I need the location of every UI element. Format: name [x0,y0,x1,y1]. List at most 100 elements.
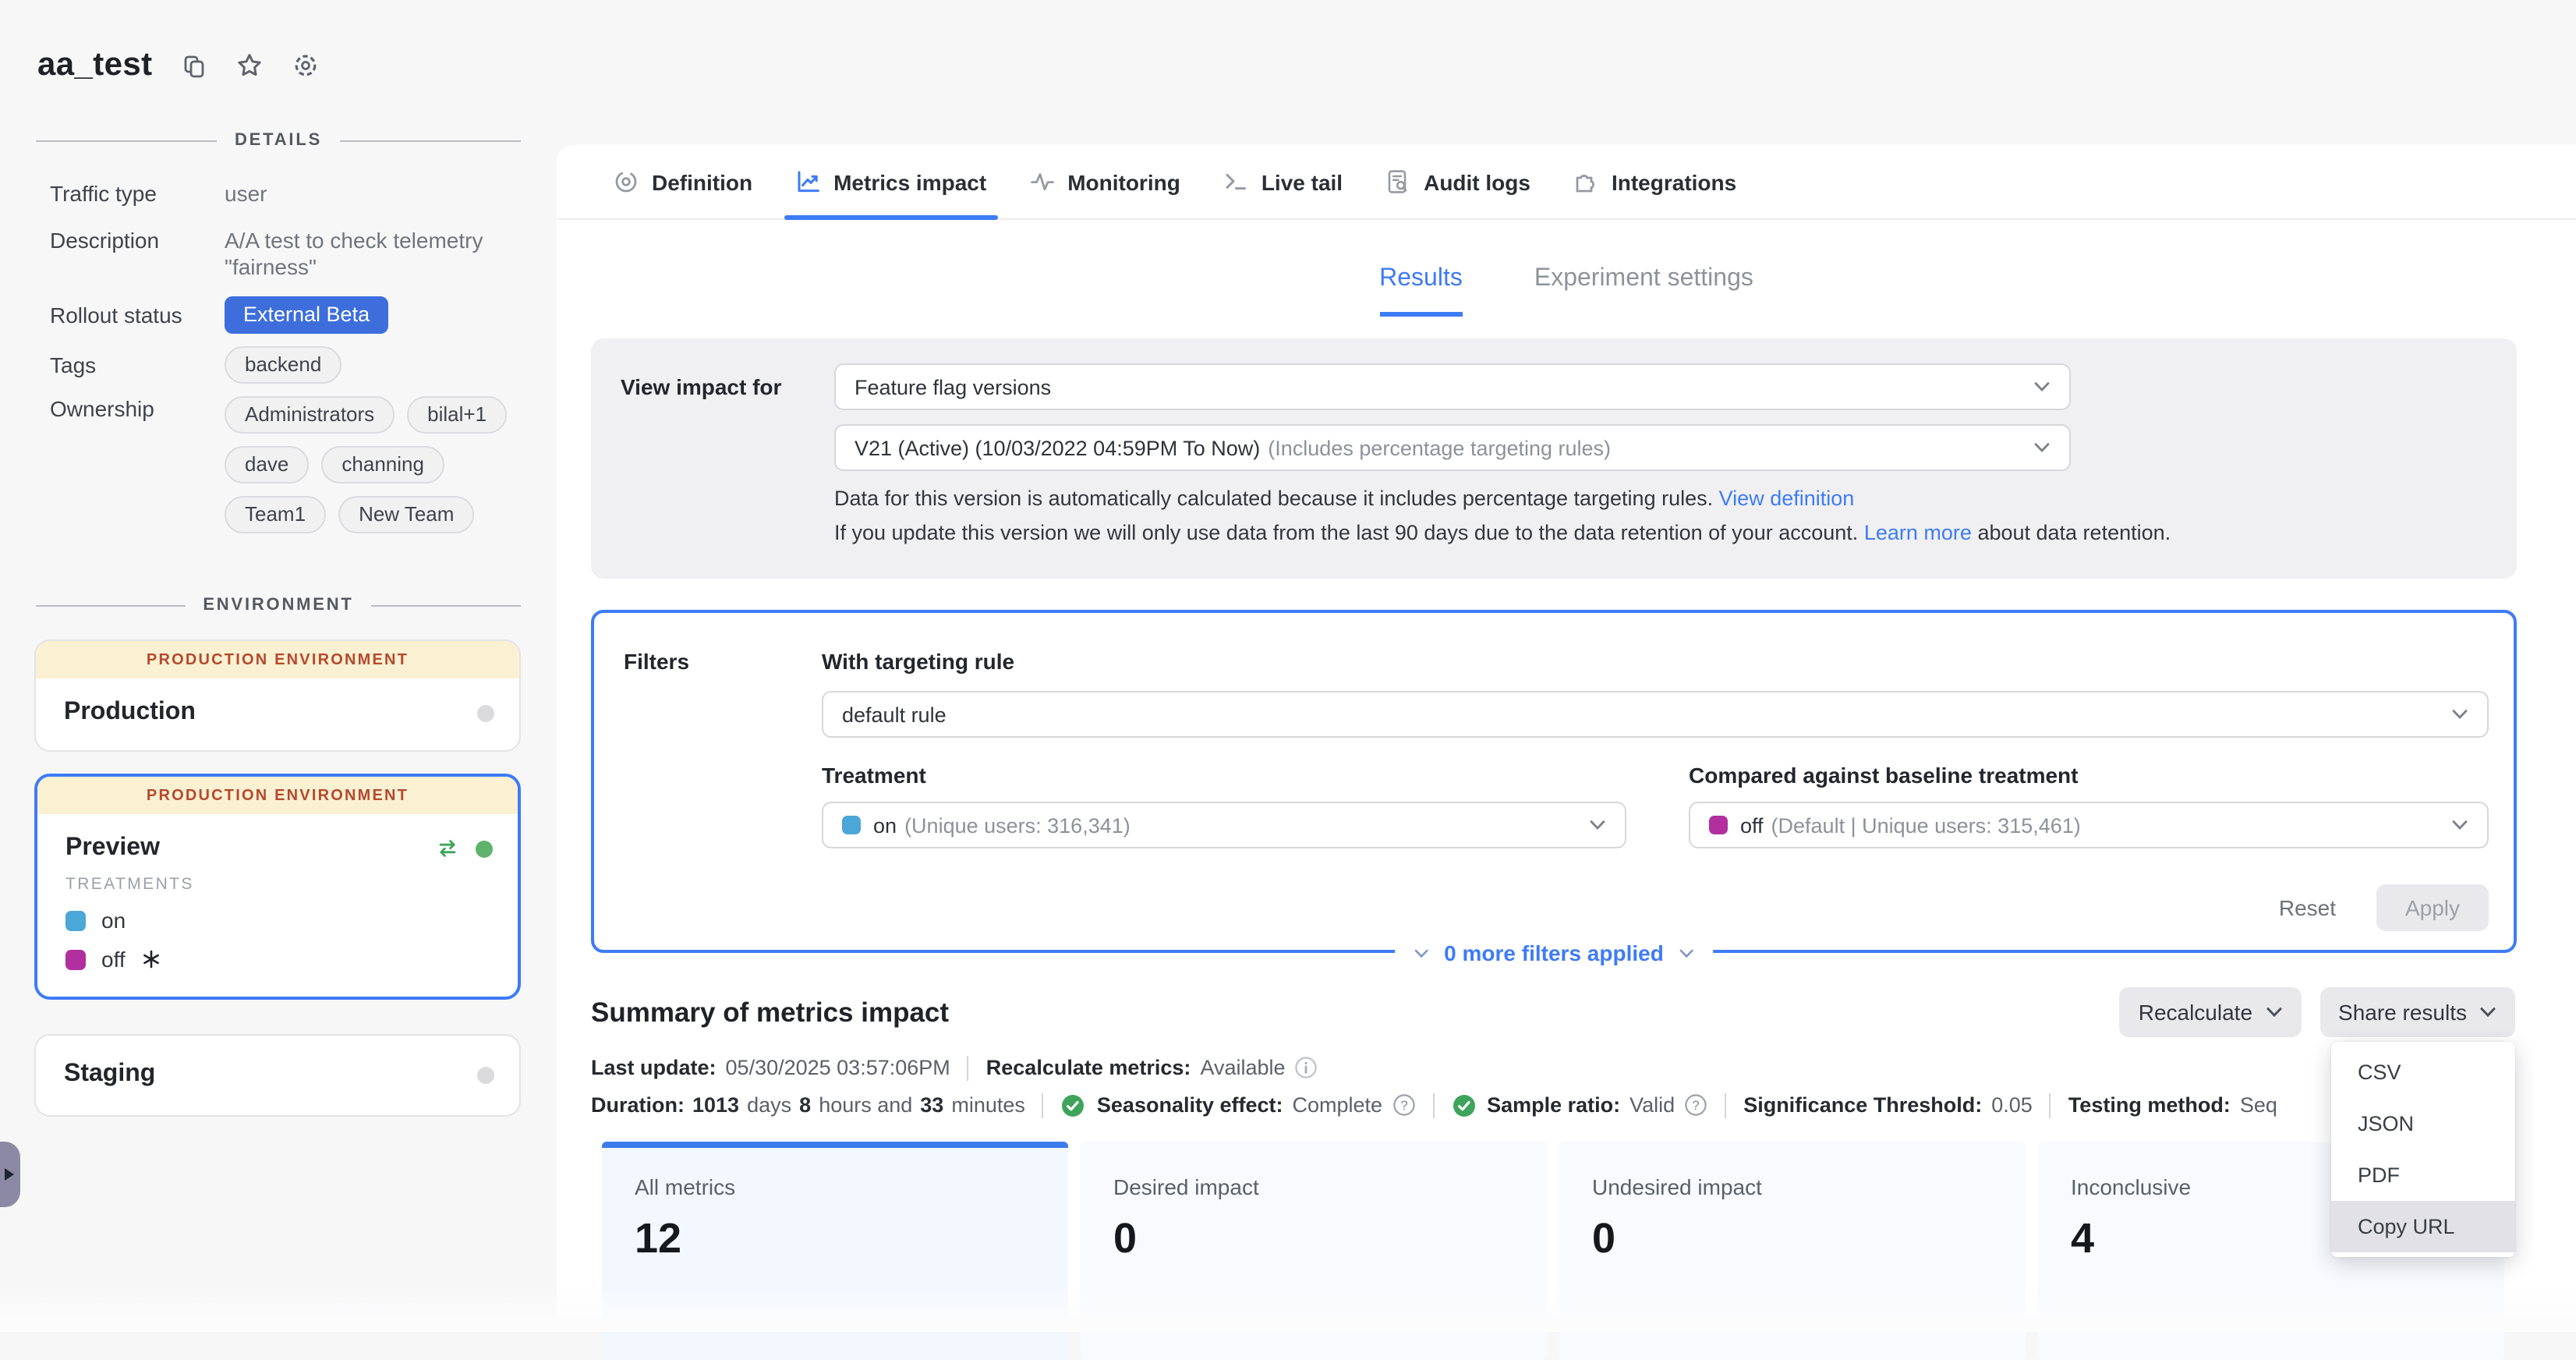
question-icon[interactable]: ? [1684,1093,1707,1117]
version-type-select[interactable]: Feature flag versions [834,363,2071,410]
version-select[interactable]: V21 (Active) (10/03/2022 04:59PM To Now)… [834,424,2071,471]
duration-unit: hours and [819,1093,912,1117]
audit-log-icon [1385,168,1411,195]
recalculate-metrics-label: Recalculate metrics: [986,1056,1191,1079]
card-value: 0 [1592,1215,2026,1263]
significance-threshold-label: Significance Threshold: [1743,1093,1982,1117]
line-chart-icon [794,168,821,195]
owner-pill[interactable]: dave [225,446,309,483]
subtab-experiment-settings[interactable]: Experiment settings [1534,265,1753,317]
duration-value: 1013 [692,1093,739,1117]
treatment-on-swatch [65,910,86,930]
environment-card-preview[interactable]: PRODUCTION ENVIRONMENT Preview TREATMENT… [34,774,521,1000]
chevron-down-icon [2033,381,2051,393]
tag-pill[interactable]: backend [225,346,341,384]
version-note: (Includes percentage targeting rules) [1268,436,1611,459]
treatment-on: on [65,908,493,933]
treatment-off-swatch [65,949,86,969]
divider [2050,1093,2051,1117]
targeting-rule-select[interactable]: default rule [822,691,2489,738]
sample-ratio-label: Sample ratio: [1487,1093,1620,1117]
subtab-results[interactable]: Results [1379,265,1463,317]
menu-item-csv[interactable]: CSV [2331,1047,2515,1098]
divider [1725,1093,1726,1117]
chevron-down-icon [2451,819,2468,831]
sidebar: aa_test DETAILS [0,0,549,1332]
environment-name: Preview [65,834,435,862]
baseline-treatment-select[interactable]: off (Default | Unique users: 315,461) [1689,802,2489,848]
metric-summary-cards: All metrics 12 Desired impact 0 Undesire… [602,1142,2576,1360]
testing-method-value: Seq [2240,1093,2277,1117]
environment-card-staging[interactable]: Staging [34,1034,521,1117]
view-definition-link[interactable]: View definition [1719,487,1855,510]
owner-pill[interactable]: Team1 [225,496,326,533]
tags-label: Tags [50,352,225,377]
reset-button[interactable]: Reset [2279,895,2336,920]
check-circle-icon [1451,1093,1476,1117]
testing-method-label: Testing method: [2068,1093,2231,1117]
card-undesired-impact[interactable]: Undesired impact 0 [1559,1142,2026,1360]
menu-item-pdf[interactable]: PDF [2331,1149,2515,1201]
tab-label: Integrations [1612,169,1736,194]
description-label: Description [50,228,225,281]
card-label: All metrics [635,1174,1068,1199]
menu-item-json[interactable]: JSON [2331,1098,2515,1149]
retention-note-text: If you update this version we will only … [834,521,1858,544]
tab-definition[interactable]: Definition [613,145,752,218]
star-icon[interactable] [235,51,264,80]
tab-label: Live tail [1261,169,1343,194]
treatment-select[interactable]: on (Unique users: 316,341) [822,802,1626,848]
last-update-value: 05/30/2025 03:57:06PM [726,1056,950,1079]
learn-more-link[interactable]: Learn more [1864,521,1972,544]
tab-monitoring[interactable]: Monitoring [1028,145,1180,218]
gear-icon[interactable] [292,51,320,80]
more-filters-toggle[interactable]: 0 more filters applied [1394,939,1714,967]
chevron-down-icon [2033,441,2051,454]
target-icon [613,168,639,195]
swap-arrows-icon[interactable] [435,836,460,861]
treatment-name: on [101,908,126,933]
tab-live-tail[interactable]: Live tail [1223,145,1343,218]
status-dot [477,1066,494,1083]
card-desired-impact[interactable]: Desired impact 0 [1081,1142,1547,1360]
seasonality-value: Complete [1293,1093,1383,1117]
details-header: DETAILS [235,131,322,150]
card-value: 0 [1113,1215,1547,1263]
owner-pill[interactable]: bilal+1 [407,396,507,434]
environment-card-production[interactable]: PRODUCTION ENVIRONMENT Production [34,639,521,752]
question-icon[interactable]: ? [1392,1093,1415,1117]
chevron-down-icon [2451,708,2468,721]
tab-integrations[interactable]: Integrations [1573,145,1736,218]
summary-header: Summary of metrics impact Recalculate Sh… [591,987,2515,1037]
duration-value: 8 [799,1093,811,1117]
info-icon[interactable] [1295,1056,1318,1079]
field-description: Description A/A test to check telemetry … [0,228,549,281]
baseline-treatment-label: Compared against baseline treatment [1689,763,2489,788]
share-results-button[interactable]: Share results [2319,987,2515,1037]
tab-label: Definition [652,169,752,194]
owner-pill[interactable]: Administrators [225,396,395,434]
tab-metrics-impact[interactable]: Metrics impact [794,145,986,218]
card-all-metrics[interactable]: All metrics 12 [602,1142,1068,1360]
card-value: 12 [635,1215,1068,1263]
tab-audit-logs[interactable]: Audit logs [1385,145,1530,218]
owner-pill[interactable]: channing [321,446,444,483]
targeting-rule-value: default rule [842,703,947,726]
version-type-value: Feature flag versions [855,375,1051,398]
sample-ratio-value: Valid [1629,1093,1675,1117]
ownership-label: Ownership [50,396,225,533]
divider [1432,1093,1434,1117]
menu-item-copy-url[interactable]: Copy URL [2331,1201,2515,1252]
recalculate-button[interactable]: Recalculate [2120,987,2301,1037]
puzzle-icon [1573,168,1599,195]
page-title: aa_test [37,47,153,84]
chevron-down-icon [1589,819,1606,831]
treatment-off: off [65,947,493,972]
apply-button[interactable]: Apply [2376,884,2489,931]
copy-icon[interactable] [181,52,207,79]
sidebar-expand-handle[interactable] [0,1142,20,1207]
flag-header: aa_test [0,0,549,84]
description-value: A/A test to check telemetry "fairness" [225,228,518,281]
filters-label: Filters [624,649,689,674]
owner-pill[interactable]: New Team [338,496,474,533]
